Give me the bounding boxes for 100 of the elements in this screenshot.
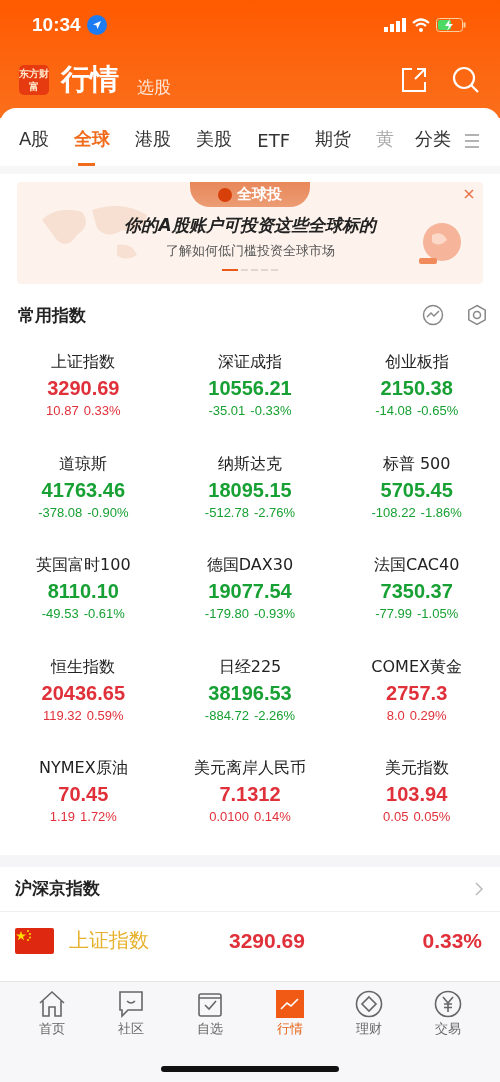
index-value: 19077.54 (208, 580, 292, 603)
index-card[interactable]: 德国DAX30 19077.54 -179.80 -0.93% (166, 547, 334, 649)
banner-headline: 你的A股账户可投资这些全球标的 (124, 214, 376, 237)
index-card[interactable]: 恒生指数 20436.65 119.32 0.59% (0, 648, 167, 750)
index-name: 法国CAC40 (373, 555, 460, 576)
index-name: 深证成指 (218, 352, 282, 373)
checkbox-icon (196, 990, 225, 1018)
section-title: 沪深京指数 (15, 877, 100, 900)
index-name: 美元离岸人民币 (194, 758, 306, 779)
index-name: NYMEX原油 (39, 758, 128, 779)
index-percent: 0.33% (422, 928, 482, 953)
market-tab[interactable]: 港股 (128, 121, 179, 166)
index-change: -378.08 (38, 504, 83, 520)
market-tab[interactable]: 期货 (308, 121, 359, 166)
menu-icon[interactable] (464, 133, 480, 149)
index-value: 2150.38 (380, 377, 453, 400)
index-card[interactable]: 深证成指 10556.21 -35.01 -0.33% (166, 344, 334, 446)
index-name: 恒生指数 (51, 656, 116, 678)
index-value: 8110.10 (47, 580, 119, 603)
index-name: 英国富时100 (36, 555, 131, 576)
index-change: -884.72 (204, 707, 249, 723)
index-card[interactable]: 英国富时100 8110.10 -49.53 -0.61% (0, 547, 167, 649)
market-tab[interactable]: A股 (12, 121, 57, 166)
index-value: 18095.15 (208, 478, 292, 502)
index-card[interactable]: 美元离岸人民币 7.1312 0.0100 0.14% (166, 750, 334, 852)
nav-tab[interactable]: 自选 (170, 982, 250, 1039)
index-card[interactable]: NYMEX原油 70.45 1.19 1.72% (0, 750, 167, 852)
chart-icon (275, 990, 304, 1018)
index-change: 0.05 (383, 809, 409, 824)
index-change: 119.32 (43, 707, 82, 723)
index-card[interactable]: 纳斯达克 18095.15 -512.78 -2.76% (166, 445, 334, 547)
index-value: 10556.21 (208, 377, 292, 400)
index-percent: 0.05% (413, 809, 451, 824)
index-percent: -1.86% (420, 504, 462, 520)
index-name: 创业板指 (384, 352, 449, 373)
signal-icon (384, 18, 406, 32)
search-icon[interactable] (452, 66, 480, 94)
chevron-right-icon[interactable] (474, 880, 484, 897)
index-name: 德国DAX30 (206, 555, 294, 576)
settings-icon[interactable] (466, 304, 488, 326)
index-percent: 0.59% (86, 707, 124, 723)
index-row[interactable]: 上证指数 3290.69 0.33% (0, 911, 500, 970)
diamond-circle-icon (354, 990, 383, 1018)
index-percent: -0.65% (417, 403, 459, 418)
share-icon[interactable] (400, 66, 428, 94)
index-percent: -0.33% (250, 403, 292, 418)
index-card[interactable]: 美元指数 103.94 0.05 0.05% (333, 750, 500, 852)
index-change: -179.80 (204, 606, 249, 621)
index-value: 103.94 (386, 783, 448, 806)
home-icon (37, 990, 66, 1018)
index-name: 上证指数 (51, 352, 116, 373)
close-icon[interactable] (462, 187, 476, 201)
index-card[interactable]: 上证指数 3290.69 10.87 0.33% (0, 344, 167, 446)
app-logo: 东方财富 (19, 65, 49, 95)
index-percent: 0.29% (409, 707, 447, 723)
index-value: 70.45 (58, 783, 109, 806)
nav-tab[interactable]: 交易 (408, 982, 488, 1039)
index-percent: 0.33% (83, 403, 121, 418)
chart-circle-icon[interactable] (422, 304, 444, 326)
nav-tab[interactable]: 理财 (329, 982, 409, 1039)
index-value: 5705.45 (380, 478, 453, 502)
index-change: 1.19 (49, 809, 76, 824)
index-name: 道琼斯 (59, 453, 108, 475)
index-percent: -1.05% (417, 606, 459, 621)
index-value: 38196.53 (208, 681, 292, 705)
nav-tab[interactable]: 社区 (91, 982, 171, 1039)
index-card[interactable]: 日经225 38196.53 -884.72 -2.26% (166, 648, 334, 750)
status-time: 10:34 (32, 14, 81, 36)
index-name: 上证指数 (69, 927, 150, 954)
index-card[interactable]: 创业板指 2150.38 -14.08 -0.65% (333, 344, 500, 446)
china-flag-icon (15, 927, 54, 954)
index-percent: 0.14% (253, 809, 291, 824)
index-percent: -0.93% (253, 606, 296, 621)
battery-icon (436, 18, 466, 32)
index-change: -35.01 (208, 403, 246, 418)
market-tab[interactable]: 美股 (189, 121, 240, 166)
banner-subtext: 了解如何低门槛投资全球市场 (165, 242, 335, 260)
index-name: 纳斯达克 (218, 453, 282, 475)
index-change: -49.53 (41, 606, 79, 621)
wifi-icon (412, 18, 430, 32)
index-value: 20436.65 (41, 681, 126, 705)
index-card[interactable]: COMEX黄金 2757.3 8.0 0.29% (333, 648, 500, 750)
index-name: 美元指数 (384, 758, 449, 779)
promo-banner[interactable]: 全球投 你的A股账户可投资这些全球标的 了解如何低门槛投资全球市场 (17, 182, 483, 284)
index-value: 7350.37 (380, 580, 453, 603)
index-change: -108.22 (371, 504, 416, 520)
index-card[interactable]: 法国CAC40 7350.37 -77.99 -1.05% (333, 547, 500, 649)
market-tab[interactable]: ETF (250, 124, 298, 166)
index-value: 2757.3 (386, 681, 448, 705)
index-card[interactable]: 标普 500 5705.45 -108.22 -1.86% (333, 445, 500, 547)
section-title: 常用指数 (18, 303, 86, 327)
index-name: COMEX黄金 (371, 656, 462, 678)
index-change: 8.0 (386, 707, 405, 723)
category-button[interactable]: 分类 (408, 121, 458, 166)
yen-circle-icon (434, 990, 463, 1018)
index-change: -14.08 (375, 403, 412, 418)
nav-tab[interactable]: 首页 (12, 982, 92, 1039)
global-invest-badge: 全球投 (190, 182, 310, 207)
index-value: 3290.69 (229, 928, 306, 953)
index-card[interactable]: 道琼斯 41763.46 -378.08 -0.90% (0, 445, 167, 547)
